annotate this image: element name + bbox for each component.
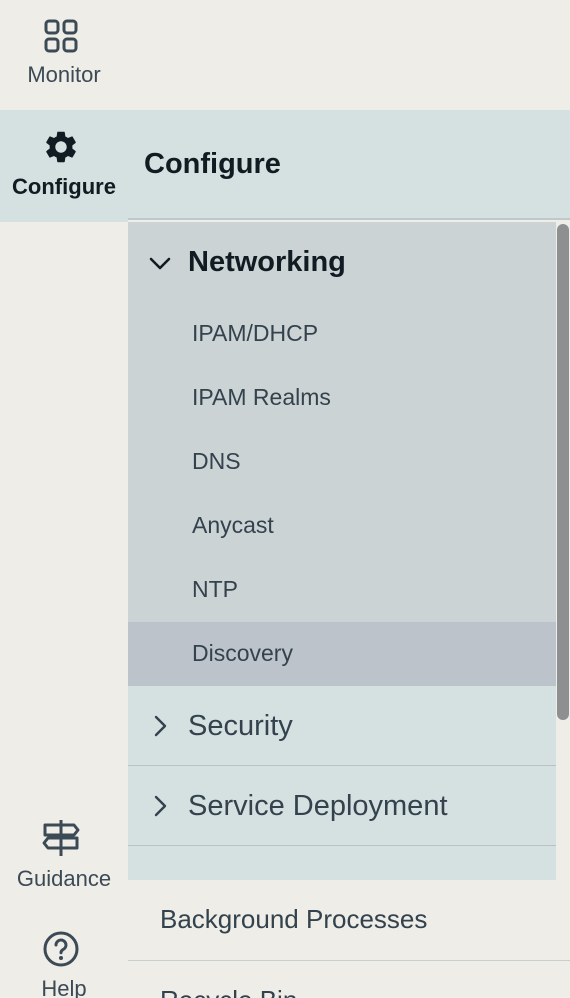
nav-item-label: Anycast [192, 512, 274, 538]
group-divider [128, 845, 556, 846]
nav-item-label: Discovery [192, 640, 293, 666]
chevron-down-icon [149, 257, 171, 270]
rail-item-monitor[interactable]: Monitor [0, 0, 128, 110]
bottom-item-background-processes[interactable]: Background Processes [128, 880, 570, 961]
nav-item-label: DNS [192, 448, 241, 474]
nav-item-label: IPAM/DHCP [192, 320, 319, 346]
rail-label-guidance: Guidance [16, 866, 112, 891]
group-header-security[interactable]: Security [128, 686, 556, 766]
nav-item-anycast[interactable]: Anycast [128, 494, 556, 558]
group-networking: Networking IPAM/DHCP IPAM Realms DNS Any… [128, 222, 556, 686]
configure-panel: Configure Networking IPAM/DHCP IPAM Real… [128, 0, 570, 998]
nav-item-dns[interactable]: DNS [128, 430, 556, 494]
help-circle-icon [43, 931, 79, 967]
group-label-networking: Networking [188, 246, 346, 278]
nav-item-ipam-realms[interactable]: IPAM Realms [128, 366, 556, 430]
signpost-icon [42, 820, 80, 856]
nav-item-ntp[interactable]: NTP [128, 558, 556, 622]
nav-item-discovery[interactable]: Discovery [128, 622, 556, 686]
rail-item-help[interactable]: Help [0, 920, 128, 998]
panel-title: Configure [144, 148, 281, 180]
panel-header: Configure [128, 110, 570, 220]
rail-label-monitor: Monitor [27, 62, 101, 87]
bottom-item-recycle-bin[interactable]: Recycle Bin [128, 961, 570, 998]
nav-item-ipam-dhcp[interactable]: IPAM/DHCP [128, 302, 556, 366]
rail-label-configure: Configure [12, 174, 116, 199]
left-rail: Monitor Configure Guidance Help [0, 0, 128, 998]
chevron-right-icon [154, 715, 167, 737]
rail-label-help: Help [41, 976, 87, 998]
panel-top-strip [128, 0, 570, 110]
bottom-item-label: Background Processes [160, 904, 428, 934]
grid-icon [44, 19, 78, 53]
nav-item-label: NTP [192, 576, 238, 602]
chevron-right-icon [154, 795, 167, 817]
group-label-service-deployment: Service Deployment [188, 790, 448, 822]
group-header-networking[interactable]: Networking [128, 222, 556, 302]
scrollbar-thumb[interactable] [557, 224, 569, 720]
nav-tree[interactable]: Networking IPAM/DHCP IPAM Realms DNS Any… [128, 222, 556, 880]
gear-icon [46, 131, 76, 163]
group-label-security: Security [188, 710, 293, 742]
nav-scrollbar[interactable] [556, 222, 570, 880]
rail-item-configure[interactable]: Configure [0, 110, 128, 222]
group-header-service-deployment[interactable]: Service Deployment [128, 766, 556, 846]
nav-item-label: IPAM Realms [192, 384, 331, 410]
bottom-item-label: Recycle Bin [160, 985, 297, 998]
rail-item-guidance[interactable]: Guidance [0, 810, 128, 900]
